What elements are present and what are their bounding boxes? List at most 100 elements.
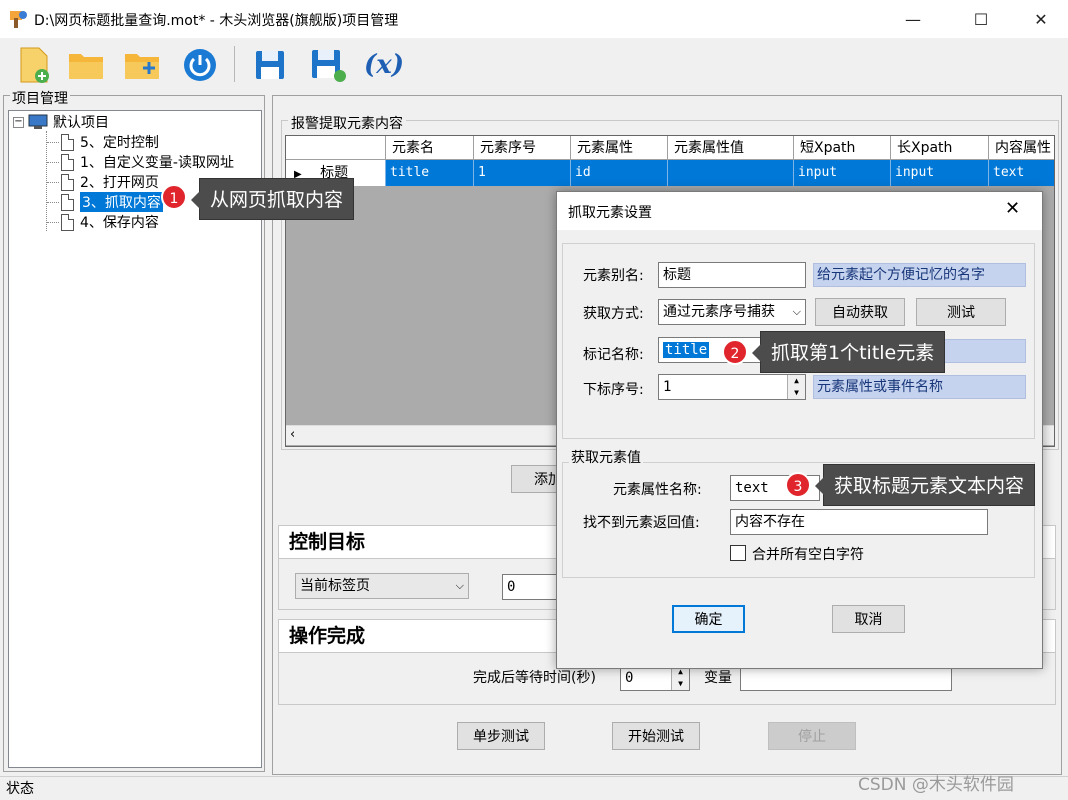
document-icon [61, 173, 74, 191]
tree-item-3[interactable]: 3、抓取内容 [47, 192, 163, 212]
method-select[interactable]: 通过元素序号捕获 ⌵ [658, 299, 806, 325]
document-icon [61, 153, 74, 171]
auto-get-button[interactable]: 自动获取 [815, 298, 905, 326]
index-hint: 元素属性或事件名称 [813, 375, 1026, 399]
window-title: D:\网页标题批量查询.mot* - 木头浏览器(旗舰版)项目管理 [34, 13, 399, 29]
tag-label: 标记名称: [583, 347, 644, 363]
start-test-button[interactable]: 开始测试 [612, 722, 700, 750]
tree-item-1[interactable]: 1、自定义变量-读取网址 [47, 152, 234, 172]
document-icon [61, 213, 74, 231]
minimize-button[interactable]: — [882, 0, 944, 38]
table-cell[interactable]: id [571, 160, 668, 186]
grid-header[interactable]: 内容属性 [989, 136, 1054, 160]
wait-time-label: 完成后等待时间(秒) [473, 670, 596, 686]
tab-select-value: 当前标签页 [300, 578, 370, 594]
toolbar-separator [234, 46, 235, 82]
callout-badge-3: 3 [785, 472, 811, 498]
attr-label: 元素属性名称: [613, 482, 702, 498]
callout-1: 从网页抓取内容 [190, 178, 355, 220]
tree-root[interactable]: − 默认项目 [13, 112, 109, 132]
add-folder-icon [125, 54, 159, 79]
grid-header[interactable]: 元素属性值 [668, 136, 794, 160]
merge-checkbox[interactable] [730, 545, 746, 561]
open-folder-button[interactable] [64, 44, 108, 86]
notfound-label: 找不到元素返回值: [583, 515, 700, 531]
table-cell[interactable]: input [891, 160, 989, 186]
save-as-icon [312, 50, 346, 82]
table-cell[interactable]: input [794, 160, 891, 186]
method-select-value: 通过元素序号捕获 [663, 304, 775, 320]
tab-select[interactable]: 当前标签页 ⌵ [295, 573, 469, 599]
index-label: 下标序号: [583, 382, 644, 398]
title-bar: D:\网页标题批量查询.mot* - 木头浏览器(旗舰版)项目管理 — ☐ ✕ [0, 0, 1068, 38]
test-button[interactable]: 测试 [916, 298, 1006, 326]
open-folder-icon [69, 54, 103, 79]
merge-label: 合并所有空白字符 [752, 547, 864, 563]
extract-element-dialog: 抓取元素设置 ✕ 元素别名: 标题 给元素起个方便记忆的名字 获取方式: 通过元… [556, 191, 1043, 669]
alias-input[interactable]: 标题 [658, 262, 806, 288]
table-cell[interactable] [668, 160, 794, 186]
target-number-input[interactable]: 0 [502, 574, 562, 600]
tree-item-label: 5、定时控制 [80, 135, 159, 151]
notfound-input[interactable]: 内容不存在 [730, 509, 988, 535]
watermark: CSDN @木头软件园 [858, 775, 1014, 795]
grid-header[interactable]: 短Xpath [794, 136, 891, 160]
stop-button[interactable]: 停止 [768, 722, 856, 750]
stepper-icon[interactable]: ▲ ▼ [787, 375, 805, 399]
tree-item-label-selected: 3、抓取内容 [80, 192, 163, 212]
grid-corner-header [286, 136, 386, 160]
tree-root-label: 默认项目 [53, 115, 109, 131]
dialog-title-bar: 抓取元素设置 ✕ [557, 192, 1042, 230]
close-button[interactable]: ✕ [1010, 0, 1068, 38]
add-folder-button[interactable] [120, 44, 164, 86]
step-test-button[interactable]: 单步测试 [457, 722, 545, 750]
method-label: 获取方式: [583, 306, 644, 322]
variable-icon: (x) [363, 50, 405, 80]
collapse-icon[interactable]: − [13, 116, 24, 128]
new-file-icon [20, 47, 49, 83]
status-text: 状态 [6, 781, 34, 797]
save-button[interactable] [248, 44, 292, 86]
variable-label: 变量 [704, 670, 732, 686]
cancel-button[interactable]: 取消 [832, 605, 905, 633]
tree-item-2[interactable]: 2、打开网页 [47, 172, 159, 192]
maximize-button[interactable]: ☐ [950, 0, 1012, 38]
table-cell[interactable]: title [386, 160, 474, 186]
tag-input-selected: title [663, 342, 710, 358]
app-logo-icon [10, 11, 27, 28]
ok-button[interactable]: 确定 [672, 605, 745, 633]
power-icon [184, 49, 216, 81]
grid-header[interactable]: 元素属性 [571, 136, 668, 160]
table-cell[interactable]: text [989, 160, 1054, 186]
tree-item-4[interactable]: 4、保存内容 [47, 212, 159, 232]
dialog-close-icon[interactable]: ✕ [1005, 198, 1020, 219]
tree-item-label: 2、打开网页 [80, 175, 159, 191]
document-icon [61, 133, 74, 151]
save-as-button[interactable] [306, 44, 350, 86]
index-input[interactable]: 1 ▲ ▼ [658, 374, 806, 400]
new-file-button[interactable] [12, 44, 56, 86]
callout-3: 获取标题元素文本内容 [814, 464, 1036, 506]
power-button[interactable] [178, 44, 222, 86]
computer-icon [28, 114, 48, 129]
tree-item-label: 4、保存内容 [80, 215, 159, 231]
chevron-down-icon: ⌵ [455, 579, 464, 592]
alarm-section-title: 报警提取元素内容 [288, 113, 406, 133]
chevron-down-icon: ⌵ [790, 300, 801, 324]
save-icon [256, 51, 284, 79]
alias-label: 元素别名: [583, 268, 644, 284]
callout-2: 抓取第1个title元素 [751, 331, 946, 373]
tree-item-0[interactable]: 5、定时控制 [47, 132, 159, 152]
tree-item-label: 1、自定义变量-读取网址 [80, 155, 234, 171]
alias-hint: 给元素起个方便记忆的名字 [813, 263, 1026, 287]
grid-header[interactable]: 元素名 [386, 136, 474, 160]
grid-header[interactable]: 元素序号 [474, 136, 571, 160]
scroll-left-icon[interactable]: ‹ [290, 427, 295, 442]
wait-time-value: 0 [625, 670, 634, 686]
callout-badge-2: 2 [722, 339, 748, 365]
stepper-icon[interactable]: ▲ ▼ [671, 666, 689, 690]
grid-header[interactable]: 长Xpath [891, 136, 989, 160]
table-cell[interactable]: 1 [474, 160, 571, 186]
index-value: 1 [663, 379, 672, 395]
variable-button[interactable]: (x) [362, 44, 406, 86]
